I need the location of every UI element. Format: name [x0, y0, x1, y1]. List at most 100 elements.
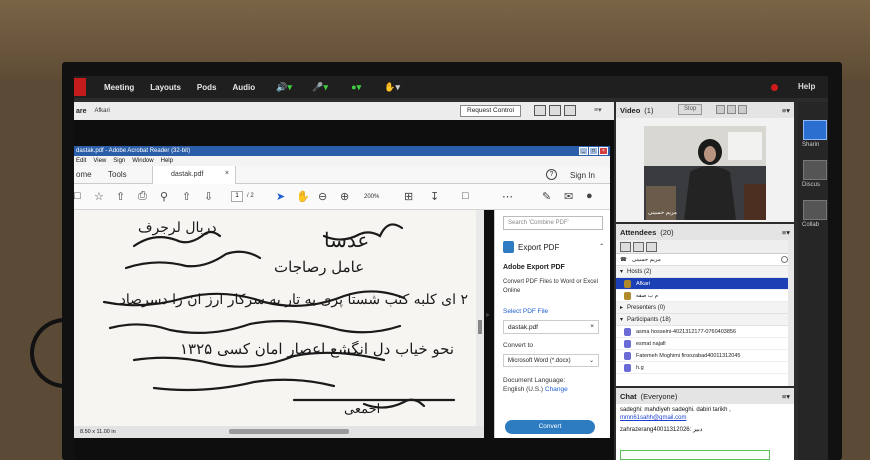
grid-view-icon[interactable] — [716, 105, 725, 114]
menu-audio[interactable]: Audio — [232, 83, 255, 92]
layout-discussion-thumbnail[interactable] — [803, 160, 827, 180]
attendee-row[interactable]: م ب صفه — [616, 290, 794, 302]
expand-video-icon[interactable] — [738, 105, 747, 114]
layout-collaboration-thumbnail[interactable] — [803, 200, 827, 220]
full-view-icon[interactable] — [549, 105, 561, 116]
convert-to-label: Convert to — [503, 342, 533, 349]
page-number-input[interactable]: 1 — [231, 191, 243, 202]
menu-window[interactable]: Window — [132, 158, 153, 164]
attendee-row[interactable]: h.g — [616, 362, 794, 374]
scroll-mode-icon[interactable]: ↧ — [430, 190, 439, 203]
chat-input[interactable] — [620, 450, 770, 460]
previous-page-icon[interactable]: ⇧ — [182, 190, 191, 203]
acrobat-window-title: dastak.pdf - Adobe Acrobat Reader (32-bi… — [76, 148, 191, 154]
close-tab-icon[interactable]: × — [225, 170, 229, 177]
status-clear-icon[interactable] — [781, 256, 788, 263]
help-menu[interactable]: Help — [798, 82, 815, 91]
help-question-icon[interactable]: ? — [546, 169, 557, 180]
chat-pod-menu-icon[interactable]: ≡▾ — [782, 392, 790, 401]
fit-width-icon[interactable] — [534, 105, 546, 116]
attendee-row[interactable]: asma hosseini-4021312177-0760403856 — [616, 326, 794, 338]
record-indicator-icon[interactable] — [771, 84, 778, 91]
sign-in-button[interactable]: Sign In — [570, 171, 595, 180]
attendee-name: h.g — [636, 364, 644, 371]
zoom-in-icon[interactable]: ⊕ — [340, 190, 349, 203]
chevron-up-icon[interactable]: ˆ — [600, 243, 603, 252]
request-control-button[interactable]: Request Control — [460, 105, 521, 117]
save-icon[interactable]: □ — [74, 190, 81, 202]
remove-file-icon[interactable]: × — [590, 323, 594, 330]
acrobat-tab-bar: ome Tools dastak.pdf × ? Sign In — [74, 166, 610, 184]
document-vertical-scrollbar[interactable] — [476, 210, 484, 426]
comment-icon[interactable]: □ — [462, 190, 469, 202]
participants-group[interactable]: ▾ Participants (18) — [616, 314, 794, 326]
fullscreen-icon[interactable] — [564, 105, 576, 116]
zoom-out-icon[interactable]: ⊖ — [318, 190, 327, 203]
print-icon[interactable]: ⎙ — [138, 190, 147, 203]
filmstrip-view-icon[interactable] — [727, 105, 736, 114]
menu-help[interactable]: Help — [161, 158, 173, 164]
layout-sharing-thumbnail[interactable] — [803, 120, 827, 140]
zoom-level-dropdown[interactable]: 200% — [364, 194, 379, 200]
chat-scope: (Everyone) — [640, 391, 678, 401]
attendee-name: Fatemeh Moghimi firoozabad40011312045 — [636, 352, 741, 359]
attendees-pod-menu-icon[interactable]: ≡▾ — [782, 228, 790, 237]
breakout-view-icon[interactable] — [633, 242, 644, 252]
hand-tool-icon[interactable]: ✋ — [296, 190, 310, 203]
chat-email-link[interactable]: mmn61sahh@gmail.com — [620, 415, 686, 421]
more-tools-icon[interactable]: ⋯ — [502, 190, 513, 203]
tab-document[interactable]: dastak.pdf × — [152, 166, 236, 184]
list-view-icon[interactable] — [620, 242, 631, 252]
export-heading: Adobe Export PDF — [503, 264, 565, 271]
tab-tools[interactable]: Tools — [108, 170, 127, 179]
attendee-row[interactable]: Afkari — [616, 278, 794, 290]
handwritten-text-image — [102, 223, 456, 409]
export-pdf-section-header[interactable]: Export PDF ˆ — [503, 238, 603, 256]
change-language-link[interactable]: Change — [545, 386, 568, 393]
presenters-group[interactable]: ▸ Presenters (0) — [616, 302, 794, 314]
minimize-icon[interactable]: _ — [579, 147, 588, 155]
document-horizontal-scrollbar[interactable] — [229, 429, 349, 434]
attendees-scrollbar[interactable] — [788, 238, 794, 386]
raise-hand-icon[interactable]: ✋▾ — [379, 80, 405, 94]
fill-sign-icon[interactable]: ✎ — [542, 190, 551, 203]
maximize-icon[interactable]: □ — [589, 147, 598, 155]
stop-webcam-button[interactable]: Stop — [678, 104, 703, 115]
my-status-row[interactable]: ☎ مریم حسینی — [616, 254, 794, 266]
menu-edit[interactable]: Edit — [76, 158, 86, 164]
document-language: Document Language: English (U.S.) Change — [503, 376, 568, 394]
select-cursor-icon[interactable]: ➤ — [276, 190, 285, 203]
tab-home[interactable]: ome — [76, 170, 92, 179]
convert-format-select[interactable]: Microsoft Word (*.docx) ⌄ — [503, 354, 599, 367]
upload-icon[interactable]: ⇧ — [116, 190, 125, 203]
account-icon[interactable]: ● — [586, 190, 593, 202]
speaker-icon[interactable]: 🔊▾ — [271, 80, 297, 94]
microphone-icon[interactable]: 🎤▾ — [307, 80, 333, 94]
email-icon[interactable]: ✉ — [564, 190, 573, 203]
chat-message: zahrazerang40011312026: دبیر — [616, 424, 794, 436]
collapse-panel-arrow-icon[interactable]: ▸ — [486, 310, 490, 319]
menu-view[interactable]: View — [93, 158, 106, 164]
menu-pods[interactable]: Pods — [197, 83, 217, 92]
selected-file-field[interactable]: dastak.pdf × — [503, 320, 599, 334]
select-pdf-file-link[interactable]: Select PDF File — [503, 308, 548, 315]
menu-meeting[interactable]: Meeting — [104, 83, 134, 92]
tools-search-input[interactable]: Search 'Combine PDF' — [503, 216, 603, 230]
search-icon[interactable]: ⚲ — [160, 190, 168, 203]
layout-rail: Sharin Discus Collab — [798, 102, 828, 460]
pod-menu-icon[interactable]: ≡▾ — [594, 106, 602, 114]
bookmark-star-icon[interactable]: ☆ — [94, 190, 104, 203]
hosts-group[interactable]: ▾ Hosts (2) — [616, 266, 794, 278]
convert-button[interactable]: Convert — [505, 420, 595, 434]
attendee-row[interactable]: Fatemeh Moghimi firoozabad40011312045 — [616, 350, 794, 362]
next-page-icon[interactable]: ⇩ — [204, 190, 213, 203]
webcam-icon[interactable]: ●▾ — [343, 80, 369, 94]
close-icon[interactable]: × — [599, 147, 608, 155]
status-view-icon[interactable] — [646, 242, 657, 252]
menu-layouts[interactable]: Layouts — [150, 83, 181, 92]
video-count: (1) — [644, 105, 654, 115]
attendee-row[interactable]: esmat najafi — [616, 338, 794, 350]
menu-sign[interactable]: Sign — [113, 158, 125, 164]
video-pod-menu-icon[interactable]: ≡▾ — [782, 106, 790, 115]
fit-page-icon[interactable]: ⊞ — [404, 190, 413, 203]
